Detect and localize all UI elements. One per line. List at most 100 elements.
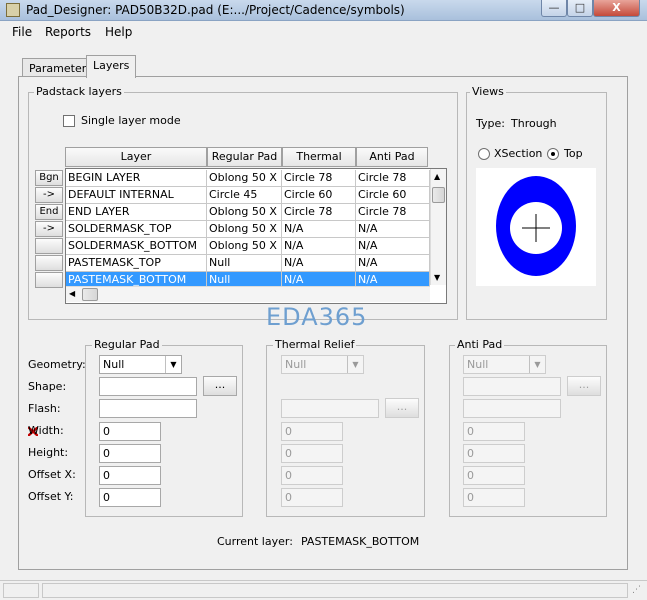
table-row[interactable]: SOLDERMASK_TOP Oblong 50 X 60 N/A N/A: [66, 221, 430, 238]
current-layer-label: Current layer:: [217, 535, 293, 548]
anti-pad-flash-field[interactable]: [463, 399, 561, 418]
thermal-relief-cell[interactable]: Circle 78: [282, 204, 356, 221]
anti-pad-width-field[interactable]: 0: [463, 422, 525, 441]
thermal-relief-label: Thermal Relief: [273, 338, 357, 351]
column-header-anti-pad[interactable]: Anti Pad: [356, 147, 428, 167]
thermal-relief-cell[interactable]: N/A: [282, 221, 356, 238]
maximize-button[interactable]: □: [567, 0, 593, 17]
vertical-scroll-thumb[interactable]: [432, 187, 445, 203]
menu-bar: File Reports Help: [0, 21, 647, 43]
anti-pad-shape-field[interactable]: [463, 377, 561, 396]
regular-pad-offset-x-field[interactable]: 0: [99, 466, 161, 485]
anti-pad-offset-y-field[interactable]: 0: [463, 488, 525, 507]
minimize-button[interactable]: —: [541, 0, 567, 17]
anti-pad-cell[interactable]: N/A: [356, 238, 430, 255]
horizontal-scroll-thumb[interactable]: [82, 288, 98, 301]
horizontal-scrollbar[interactable]: ◀: [66, 286, 430, 302]
scroll-up-icon[interactable]: ▲: [434, 172, 440, 181]
menu-help[interactable]: Help: [105, 25, 132, 39]
regular-pad-shape-field[interactable]: [99, 377, 197, 396]
anti-pad-height-field[interactable]: 0: [463, 444, 525, 463]
thermal-relief-width-field[interactable]: 0: [281, 422, 343, 441]
regular-pad-height-field[interactable]: 0: [99, 444, 161, 463]
layer-cell[interactable]: DEFAULT INTERNAL: [66, 187, 207, 204]
row-button-6[interactable]: [35, 255, 63, 271]
row-button-7[interactable]: [35, 272, 63, 288]
table-row[interactable]: BEGIN LAYER Oblong 50 X 60 Circle 78 Cir…: [66, 170, 430, 187]
close-button[interactable]: X: [593, 0, 640, 17]
tab-layers[interactable]: Layers: [86, 55, 137, 78]
regular-pad-width-field[interactable]: 0: [99, 422, 161, 441]
vertical-scrollbar[interactable]: ▲ ▼: [430, 169, 446, 285]
geometry-label: Geometry:: [28, 358, 86, 371]
table-row[interactable]: DEFAULT INTERNAL Circle 45 Circle 60 Cir…: [66, 187, 430, 204]
table-row[interactable]: SOLDERMASK_BOTTOM Oblong 50 X 60 N/A N/A: [66, 238, 430, 255]
thermal-relief-cell[interactable]: N/A: [282, 238, 356, 255]
thermal-relief-geometry-value: Null: [285, 358, 307, 371]
thermal-relief-height-field[interactable]: 0: [281, 444, 343, 463]
xsection-radio[interactable]: [478, 148, 490, 160]
regular-pad-offset-y-field[interactable]: 0: [99, 488, 161, 507]
column-header-thermal-relief[interactable]: Thermal Relief: [282, 147, 356, 181]
thermal-relief-offset-x-field[interactable]: 0: [281, 466, 343, 485]
scroll-left-icon[interactable]: ◀: [69, 289, 75, 298]
column-header-layer[interactable]: Layer: [65, 147, 207, 167]
top-radio[interactable]: [547, 148, 559, 160]
arrow-button-1[interactable]: ->: [35, 187, 63, 203]
begin-layer-button[interactable]: Bgn: [35, 170, 63, 186]
layer-cell[interactable]: SOLDERMASK_BOTTOM: [66, 238, 207, 255]
layer-cell[interactable]: END LAYER: [66, 204, 207, 221]
arrow-button-2[interactable]: ->: [35, 221, 63, 237]
thermal-relief-cell[interactable]: Circle 78: [282, 170, 356, 187]
anti-pad-cell[interactable]: Circle 78: [356, 204, 430, 221]
thermal-relief-geometry-select[interactable]: Null ▼: [281, 355, 364, 374]
chevron-down-icon[interactable]: ▼: [165, 356, 181, 373]
anti-pad-geometry-select[interactable]: Null ▼: [463, 355, 546, 374]
status-bar: ⋰: [0, 580, 647, 600]
layer-cell[interactable]: PASTEMASK_TOP: [66, 255, 207, 272]
regular-pad-cell[interactable]: Null: [207, 255, 282, 272]
anti-pad-cell[interactable]: N/A: [356, 255, 430, 272]
end-layer-button[interactable]: End: [35, 204, 63, 220]
height-label: Height:: [28, 446, 69, 459]
regular-pad-cell[interactable]: Oblong 50 X 60: [207, 170, 282, 187]
scroll-down-icon[interactable]: ▼: [434, 273, 440, 282]
regular-pad-cell[interactable]: Oblong 50 X 60: [207, 204, 282, 221]
window-title: Pad_Designer: PAD50B32D.pad (E:.../Proje…: [26, 3, 405, 17]
row-button-5[interactable]: [35, 238, 63, 254]
regular-pad-cell[interactable]: Oblong 50 X 60: [207, 221, 282, 238]
current-layer-value: PASTEMASK_BOTTOM: [301, 535, 420, 548]
anti-pad-cell[interactable]: Circle 60: [356, 187, 430, 204]
title-bar: Pad_Designer: PAD50B32D.pad (E:.../Proje…: [0, 0, 647, 21]
anti-pad-offset-x-field[interactable]: 0: [463, 466, 525, 485]
anti-pad-browse-button[interactable]: ...: [567, 376, 601, 396]
regular-pad-cell[interactable]: Circle 45: [207, 187, 282, 204]
single-layer-mode-checkbox[interactable]: [63, 115, 75, 127]
thermal-relief-cell[interactable]: N/A: [282, 255, 356, 272]
layer-cell[interactable]: SOLDERMASK_TOP: [66, 221, 207, 238]
thermal-relief-flash-field[interactable]: [281, 399, 379, 418]
regular-pad-geometry-select[interactable]: Null ▼: [99, 355, 182, 374]
layer-cell[interactable]: BEGIN LAYER: [66, 170, 207, 187]
chevron-down-icon[interactable]: ▼: [347, 356, 363, 373]
watermark: EDA365: [266, 303, 368, 331]
menu-reports[interactable]: Reports: [45, 25, 91, 39]
layers-grid: BEGIN LAYER Oblong 50 X 60 Circle 78 Cir…: [65, 168, 447, 304]
regular-pad-flash-field[interactable]: [99, 399, 197, 418]
anti-pad-geometry-value: Null: [467, 358, 489, 371]
table-row[interactable]: END LAYER Oblong 50 X 60 Circle 78 Circl…: [66, 204, 430, 221]
thermal-relief-cell[interactable]: Circle 60: [282, 187, 356, 204]
chevron-down-icon[interactable]: ▼: [529, 356, 545, 373]
column-header-regular-pad[interactable]: Regular Pad: [207, 147, 282, 167]
resize-grip-icon[interactable]: ⋰: [632, 585, 641, 595]
thermal-relief-browse-button[interactable]: ...: [385, 398, 419, 418]
regular-pad-shape-browse-button[interactable]: ...: [203, 376, 237, 396]
menu-file[interactable]: File: [12, 25, 32, 39]
anti-pad-cell[interactable]: N/A: [356, 221, 430, 238]
table-row[interactable]: PASTEMASK_TOP Null N/A N/A: [66, 255, 430, 272]
anti-pad-cell[interactable]: Circle 78: [356, 170, 430, 187]
thermal-relief-offset-y-field[interactable]: 0: [281, 488, 343, 507]
regular-pad-cell[interactable]: Oblong 50 X 60: [207, 238, 282, 255]
regular-pad-geometry-value: Null: [103, 358, 125, 371]
app-icon: [6, 3, 20, 17]
